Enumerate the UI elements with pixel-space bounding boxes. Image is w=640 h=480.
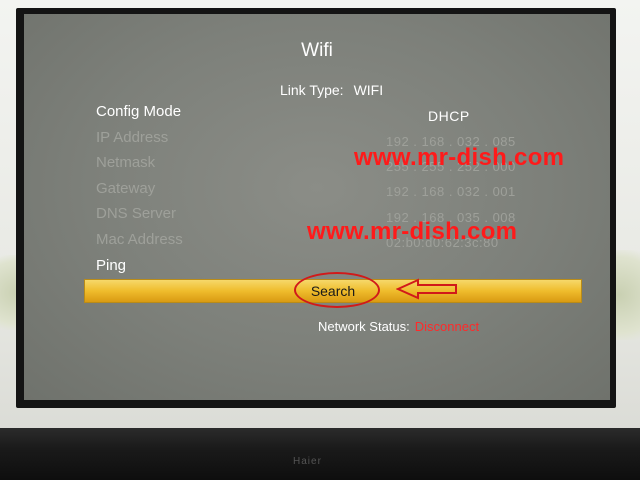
watermark-bottom: www.mr-dish.com [307,218,518,245]
menu-item-ip-address[interactable]: IP Address [96,129,168,146]
network-status-label: Network Status: [318,319,410,334]
arrow-left-annotation-icon [396,278,457,300]
circle-annotation [294,272,380,308]
network-status: Network Status: Disconnect [318,319,479,334]
menu-item-ping[interactable]: Ping [96,257,126,274]
network-status-value: Disconnect [414,319,480,334]
tv-screen: Wifi Link Type: WIFI Config Mode DHCP IP … [24,14,610,400]
menu-item-gateway[interactable]: Gateway [96,180,155,197]
link-type-label: Link Type: [280,82,344,98]
menu-item-dns-server[interactable]: DNS Server [96,205,176,222]
tv-stand [0,428,640,480]
tv-brand-logo: Haier [293,456,322,467]
gateway-value: 192 . 168 . 032 . 001 [386,184,516,199]
page-title: Wifi [301,40,333,61]
link-type-value: WIFI [353,82,384,98]
menu-item-config-mode[interactable]: Config Mode [96,103,181,120]
menu-item-mac-address[interactable]: Mac Address [96,231,183,248]
menu-item-netmask[interactable]: Netmask [96,154,155,171]
config-mode-value[interactable]: DHCP [428,108,470,124]
link-type: Link Type: WIFI [280,82,383,98]
watermark-top: www.mr-dish.com [354,144,565,171]
